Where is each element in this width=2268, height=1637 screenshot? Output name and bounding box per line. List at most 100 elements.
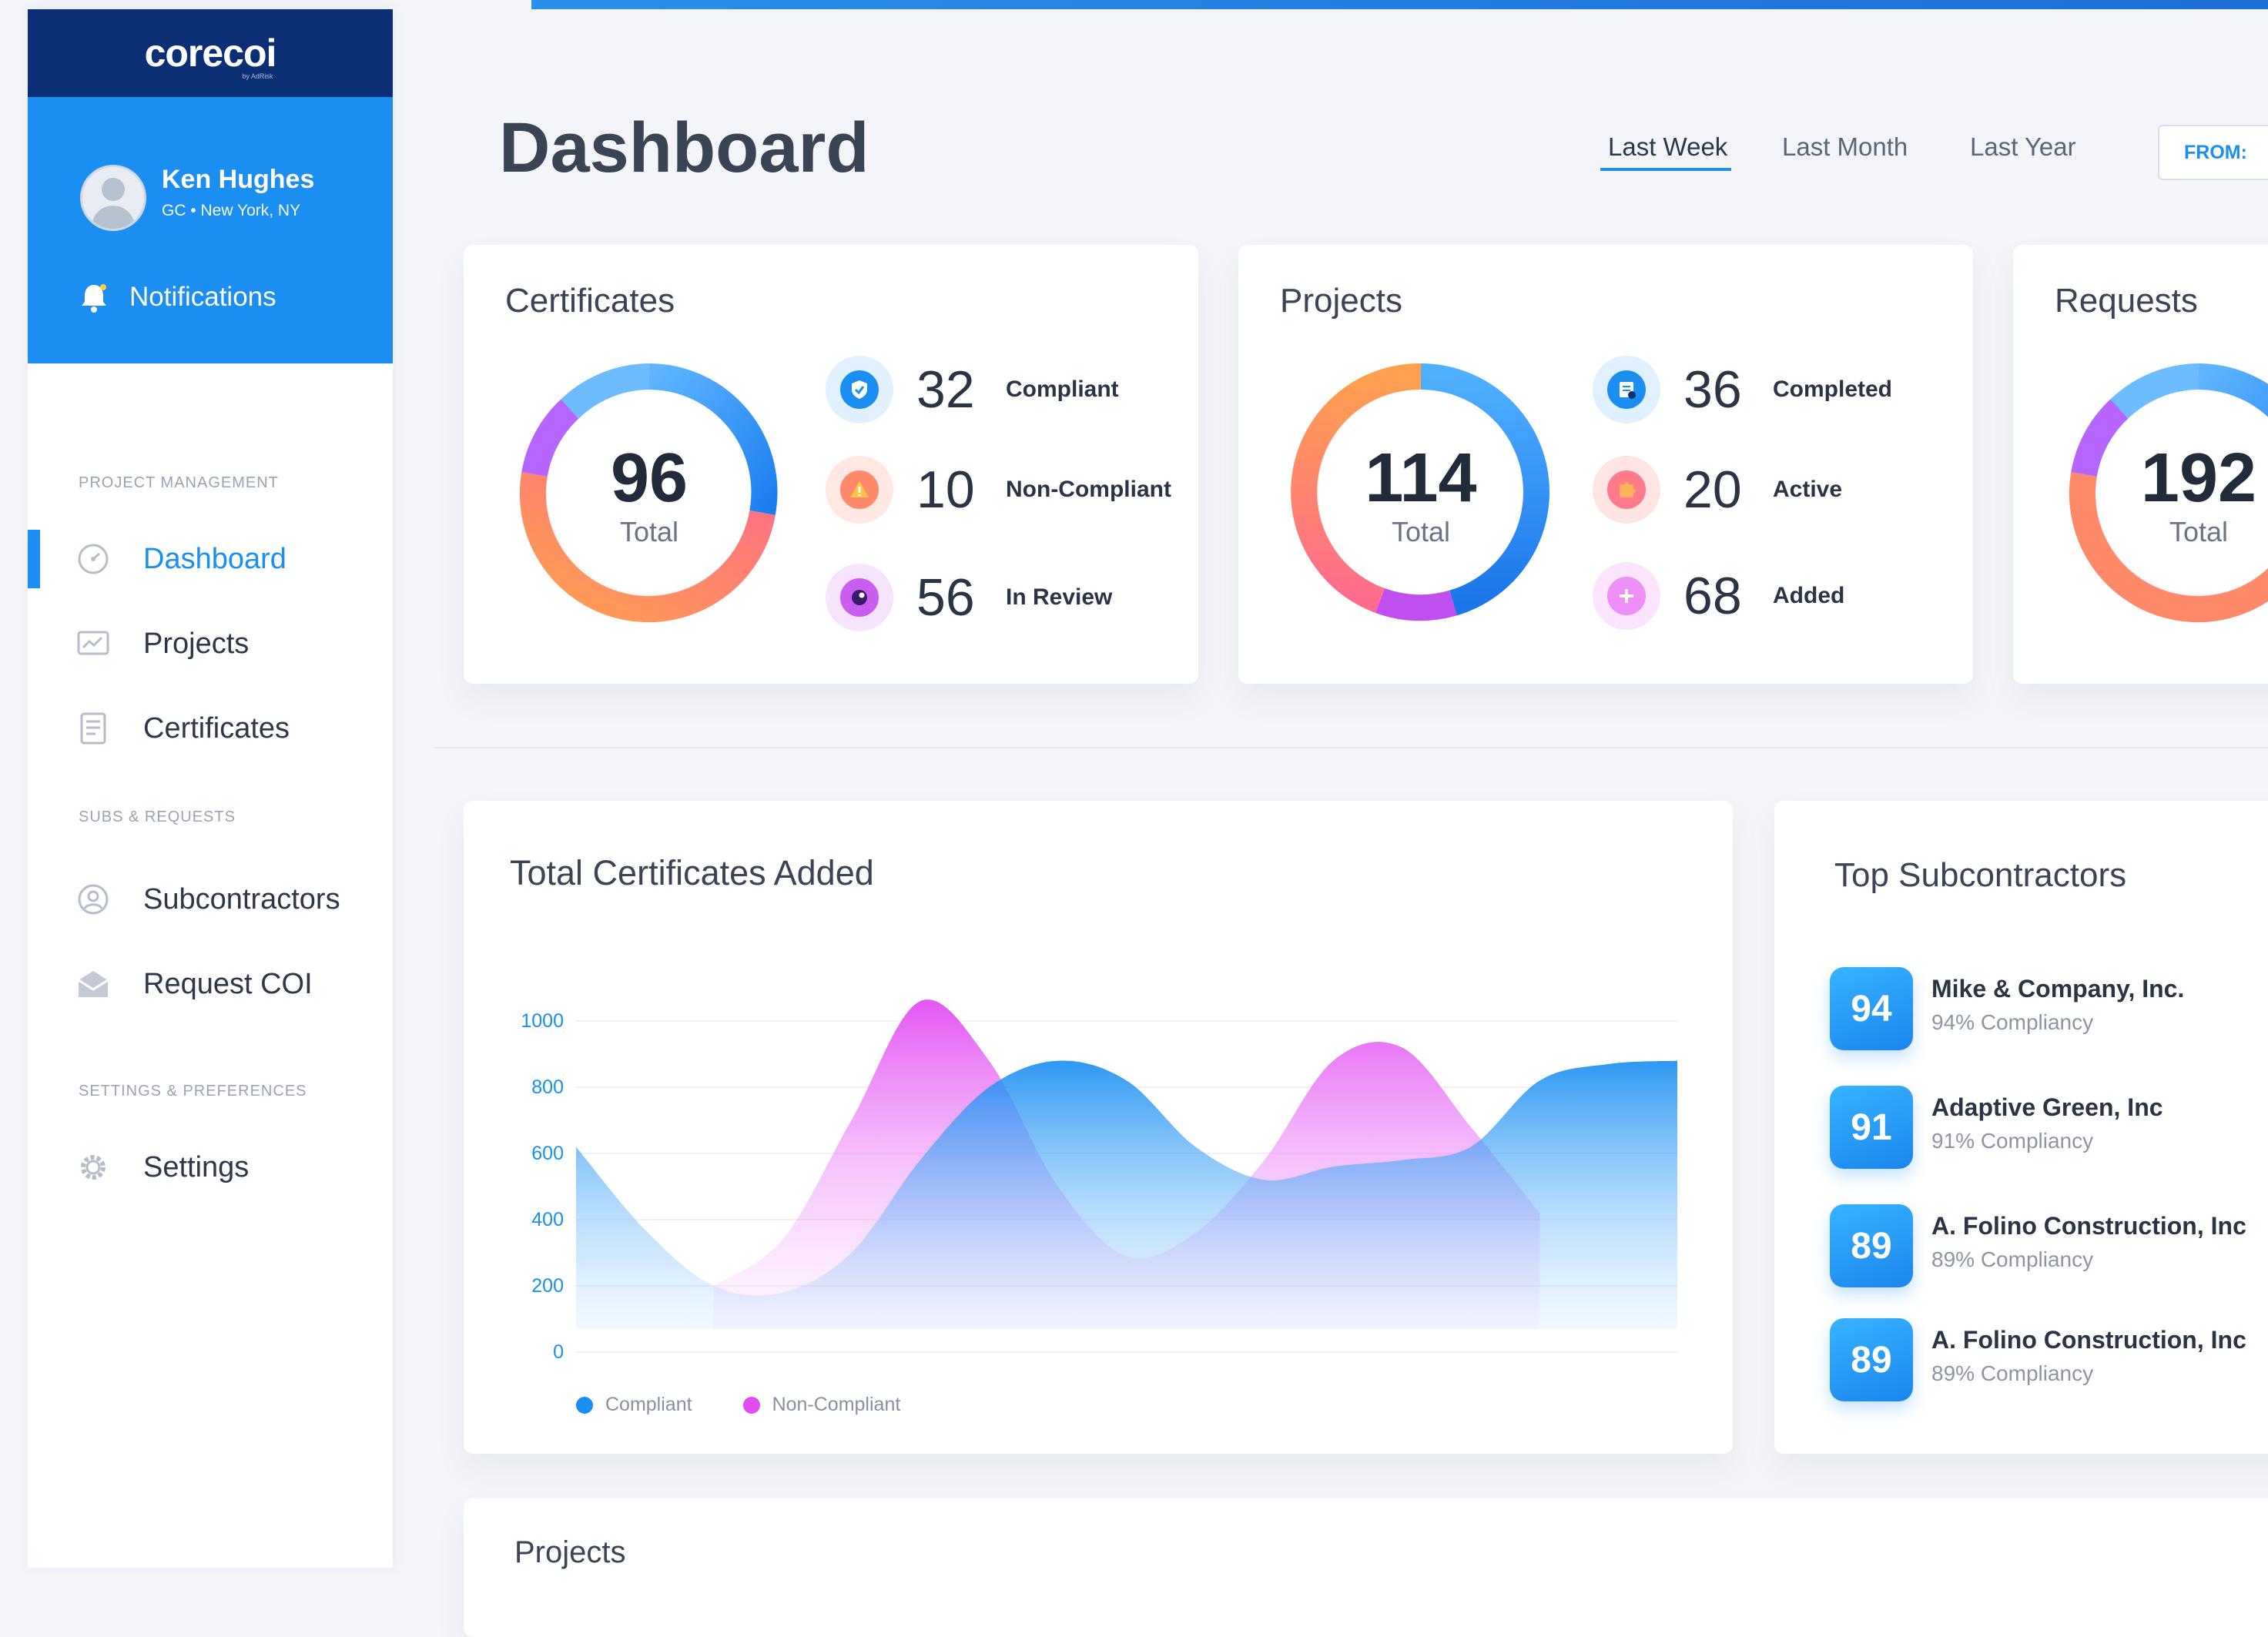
app-logo[interactable]: corecoi by AdRisk [145, 31, 277, 80]
certificates-chart-card: Total Certificates Added 0 200 400 600 800 10… [464, 801, 1733, 1454]
sidebar-item-projects[interactable]: Projects [28, 613, 393, 675]
y-tick-label: 1000 [521, 1010, 564, 1032]
stat-label: In Review [1006, 584, 1113, 610]
stat-active[interactable]: 20 Active [1593, 451, 1842, 528]
page-title: Dashboard [499, 109, 869, 187]
y-tick-label: 600 [531, 1143, 564, 1164]
stat-in-review[interactable]: 56 In Review [826, 559, 1112, 636]
tab-last-year[interactable]: Last Year [1970, 132, 2076, 162]
stat-completed[interactable]: 36 Completed [1593, 351, 1892, 428]
notifications-label: Notifications [129, 282, 276, 312]
stat-label: Active [1773, 477, 1843, 502]
subcontractor-compliance: 89% Compliancy [1931, 1247, 2094, 1271]
compliance-score: 94 [1830, 967, 1913, 1050]
y-tick-label: 400 [531, 1209, 564, 1230]
from-label: FROM: [2184, 142, 2247, 163]
user-name: Ken Hughes [162, 165, 315, 194]
sidebar-item-label: Certificates [143, 711, 290, 745]
subcontractor-name: Adaptive Green, Inc [1931, 1093, 2163, 1121]
certificates-total: 96 [610, 440, 688, 517]
legend-label-non-compliant[interactable]: Non-Compliant [772, 1394, 901, 1416]
gear-icon [81, 1155, 106, 1180]
chart-board-icon [77, 631, 109, 655]
subcontractor-compliance: 91% Compliancy [1931, 1129, 2094, 1153]
subcontractor-name: A. Folino Construction, Inc [1931, 1212, 2246, 1240]
y-tick-label: 0 [553, 1341, 564, 1363]
legend-dot-non-compliant [742, 1396, 760, 1414]
stat-label: Compliant [1006, 377, 1119, 402]
bell-icon [82, 284, 106, 313]
stat-non-compliant[interactable]: 10 Non-Compliant [826, 451, 1171, 528]
sidebar-item-label: Projects [143, 627, 250, 660]
legend-dot-compliant [576, 1396, 593, 1414]
sidebar-item-request-coi[interactable]: Request COI [28, 953, 393, 1015]
gauge-icon [78, 544, 109, 574]
nav-section-subs: SUBS & REQUESTS [79, 808, 236, 825]
list-item[interactable]: 89 A. Folino Construction, Inc 89% Compl… [1830, 1318, 2268, 1403]
subcontractor-compliance: 89% Compliancy [1931, 1361, 2094, 1385]
stat-value: 20 [1683, 460, 1742, 519]
notifications-link[interactable]: Notifications [77, 280, 276, 314]
logo-bar: corecoi by AdRisk [28, 9, 393, 97]
stat-value: 10 [916, 460, 975, 519]
shield-check-icon [826, 356, 893, 423]
stat-label: Added [1773, 583, 1845, 608]
subcontractor-name: Mike & Company, Inc. [1931, 975, 2185, 1003]
puzzle-icon [1593, 456, 1660, 524]
legend-label-compliant[interactable]: Compliant [605, 1394, 692, 1416]
compliance-score: 89 [1830, 1318, 1913, 1401]
certificates-card: Certificates 96 Total 32 Compliant 10 No… [464, 245, 1198, 684]
y-tick-label: 200 [531, 1275, 564, 1297]
active-tab-indicator [1600, 168, 1731, 171]
projects-total-label: Total [1391, 516, 1451, 547]
checklist-icon [1593, 356, 1660, 423]
user-circle-icon [78, 884, 109, 915]
sidebar-item-subcontractors[interactable]: Subcontractors [28, 869, 393, 930]
profile-panel: Ken Hughes GC • New York, NY Notificatio… [28, 97, 393, 363]
stat-value: 36 [1683, 360, 1742, 419]
stat-compliant[interactable]: 32 Compliant [826, 351, 1119, 428]
requests-total-label: Total [2169, 516, 2229, 547]
logo-subtitle: by AdRisk [242, 72, 273, 80]
projects-section: Projects [464, 1498, 2268, 1637]
eye-icon [826, 564, 893, 631]
sidebar-item-label: Settings [143, 1150, 250, 1183]
stat-value: 32 [916, 360, 975, 419]
sidebar-item-settings[interactable]: Settings [28, 1137, 393, 1198]
card-title: Projects [1280, 282, 1402, 320]
list-item[interactable]: 89 A. Folino Construction, Inc 89% Compl… [1830, 1204, 2268, 1289]
nav-section-project: PROJECT MANAGEMENT [79, 474, 279, 491]
avatar[interactable] [80, 165, 146, 231]
chart-legend: Compliant Non-Compliant [576, 1394, 900, 1416]
warning-icon [826, 456, 893, 524]
projects-total: 114 [1365, 440, 1477, 517]
requests-total: 192 [2140, 440, 2257, 517]
requests-card: Requests 192 Total [2013, 245, 2268, 684]
user-meta: GC • New York, NY [162, 202, 301, 219]
stat-label: Non-Compliant [1006, 477, 1171, 502]
tab-last-month[interactable]: Last Month [1782, 132, 1908, 162]
tab-last-week[interactable]: Last Week [1608, 132, 1727, 162]
section-title: Projects [514, 1535, 626, 1569]
list-item[interactable]: 94 Mike & Company, Inc. 94% Compliancy › [1830, 967, 2268, 1052]
from-date-field[interactable]: FROM: [2158, 125, 2268, 180]
y-tick-label: 800 [531, 1076, 564, 1098]
nav-section-settings: SETTINGS & PREFERENCES [79, 1083, 307, 1100]
stat-value: 68 [1683, 567, 1742, 625]
stat-added[interactable]: 68 Added [1593, 557, 1844, 634]
subcontractor-name: A. Folino Construction, Inc [1931, 1326, 2246, 1354]
sidebar-item-dashboard[interactable]: Dashboard [28, 528, 393, 590]
top-subcontractors-card: Top Subcontractors 94 Mike & Company, In… [1774, 801, 2268, 1454]
section-divider [434, 747, 2268, 748]
sidebar-item-label: Request COI [143, 967, 313, 1000]
plus-icon [1593, 562, 1660, 630]
sidebar: corecoi by AdRisk Ken Hughes GC • New Yo… [28, 9, 393, 1568]
projects-card: Projects 114 Total 36 Completed 20 Activ… [1238, 245, 1973, 684]
envelope-icon [78, 971, 109, 997]
sidebar-item-certificates[interactable]: Certificates [28, 698, 393, 759]
card-title: Top Subcontractors [1834, 856, 2127, 894]
document-icon [80, 712, 106, 745]
card-title: Requests [2055, 282, 2198, 320]
area-chart: 0 200 400 600 800 1000 [521, 999, 1677, 1363]
list-item[interactable]: 91 Adaptive Green, Inc 91% Compliancy › [1830, 1086, 2268, 1170]
